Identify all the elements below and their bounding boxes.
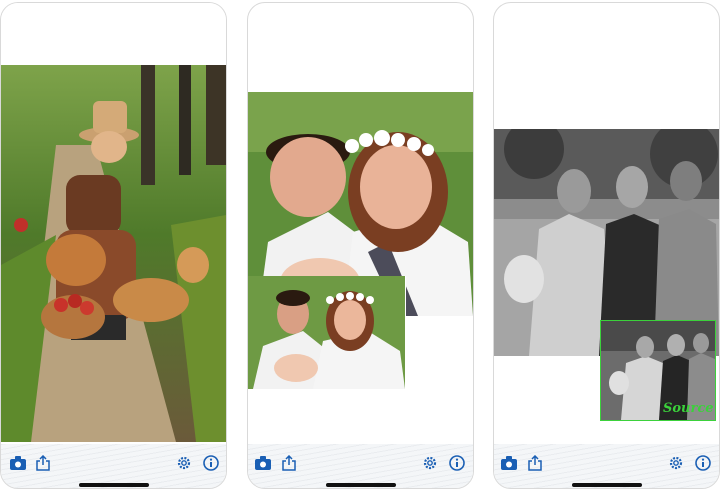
source-label: Source	[663, 401, 714, 416]
camera-icon	[10, 456, 26, 470]
settings-button[interactable]	[666, 453, 686, 473]
info-button[interactable]	[447, 453, 467, 473]
gear-icon	[669, 456, 683, 470]
settings-button[interactable]	[174, 453, 194, 473]
bottom-toolbar	[1, 444, 226, 488]
info-icon	[695, 455, 711, 471]
camera-button[interactable]	[499, 453, 519, 473]
camera-button[interactable]	[253, 453, 273, 473]
camera-icon	[501, 456, 517, 470]
bottom-toolbar	[494, 444, 719, 488]
phone-screen-2	[247, 2, 474, 489]
info-button[interactable]	[693, 453, 713, 473]
gear-icon	[177, 456, 191, 470]
share-icon	[528, 455, 542, 471]
phone-screen-1	[0, 2, 227, 489]
info-button[interactable]	[201, 453, 221, 473]
settings-button[interactable]	[420, 453, 440, 473]
info-icon	[203, 455, 219, 471]
share-button[interactable]	[279, 453, 299, 473]
source-inset-photo[interactable]	[248, 276, 406, 389]
gear-icon	[423, 456, 437, 470]
status-area	[1, 3, 226, 65]
couple-source-image	[248, 276, 405, 389]
home-indicator	[326, 483, 396, 487]
source-inset-photo[interactable]: Source	[600, 320, 716, 421]
home-indicator	[79, 483, 149, 487]
info-icon	[449, 455, 465, 471]
face-swap-photo[interactable]	[1, 65, 226, 442]
camera-icon	[255, 456, 271, 470]
share-button[interactable]	[525, 453, 545, 473]
phone-screen-3: Source	[493, 2, 720, 489]
home-indicator	[572, 483, 642, 487]
share-icon	[282, 455, 296, 471]
camera-button[interactable]	[8, 453, 28, 473]
dog-park-image	[1, 65, 226, 442]
share-button[interactable]	[33, 453, 53, 473]
share-icon	[36, 455, 50, 471]
bottom-toolbar	[248, 444, 473, 488]
